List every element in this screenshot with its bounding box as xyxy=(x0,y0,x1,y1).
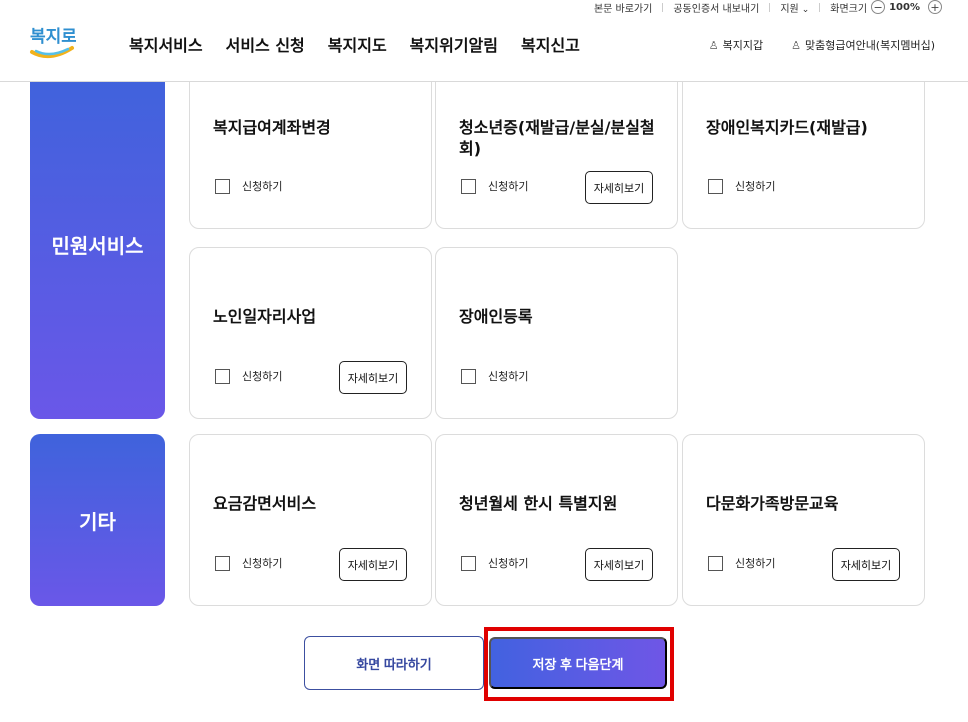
nav-welfare-report[interactable]: 복지신고 xyxy=(521,32,580,56)
cert-export-link[interactable]: 공동인증서 내보내기 xyxy=(673,0,759,15)
card-title: 장애인복지카드(재발급) xyxy=(706,118,868,137)
apply-label: 신청하기 xyxy=(242,370,283,383)
service-card: 다문화가족방문교육 신청하기 자세히보기 xyxy=(682,434,925,606)
category-civil-service: 민원서비스 xyxy=(30,70,165,419)
apply-checkbox[interactable]: 신청하기 xyxy=(461,555,528,571)
membership-link[interactable]: ♙ 맞춤형급여안내(복지멤버십) xyxy=(791,37,935,53)
zoom-label: 화면크기 xyxy=(830,3,868,15)
person-plus-icon: ♙ xyxy=(791,39,801,52)
detail-button[interactable]: 자세히보기 xyxy=(585,171,653,204)
service-card: 장애인복지카드(재발급) 신청하기 xyxy=(682,57,925,229)
service-card: 요금감면서비스 신청하기 자세히보기 xyxy=(189,434,432,606)
card-title: 장애인등록 xyxy=(459,307,533,326)
apply-checkbox[interactable]: 신청하기 xyxy=(461,178,528,194)
nav-service-apply[interactable]: 서비스 신청 xyxy=(226,32,305,56)
card-title: 노인일자리사업 xyxy=(213,307,317,326)
checkbox-icon[interactable] xyxy=(708,178,723,194)
apply-label: 신청하기 xyxy=(488,557,529,570)
card-title: 청년월세 한시 특별지원 xyxy=(459,494,618,513)
wallet-label: 복지지갑 xyxy=(722,39,764,52)
card-title: 청소년증(재발급/분실/분실철회) xyxy=(459,118,655,158)
nav-crisis-alert[interactable]: 복지위기알림 xyxy=(410,32,498,56)
header-right-links: ♙ 복지지갑 ♙ 맞춤형급여안내(복지멤버십) xyxy=(709,37,935,53)
apply-label: 신청하기 xyxy=(242,557,283,570)
apply-checkbox[interactable]: 신청하기 xyxy=(215,178,282,194)
card-title: 복지급여계좌변경 xyxy=(213,118,331,137)
bokjiro-logo[interactable]: 복지로 xyxy=(28,22,77,62)
detail-button[interactable]: 자세히보기 xyxy=(832,548,900,581)
apply-label: 신청하기 xyxy=(488,370,529,383)
detail-button[interactable]: 자세히보기 xyxy=(339,548,407,581)
card-title: 요금감면서비스 xyxy=(213,494,317,513)
apply-label: 신청하기 xyxy=(735,180,776,193)
checkbox-icon[interactable] xyxy=(461,555,476,571)
checkbox-icon[interactable] xyxy=(215,178,230,194)
checkbox-icon[interactable] xyxy=(708,555,723,571)
card-title: 다문화가족방문교육 xyxy=(706,494,839,513)
divider xyxy=(662,2,664,12)
category-etc: 기타 xyxy=(30,434,165,606)
support-label: 지원 xyxy=(780,3,799,15)
checkbox-icon[interactable] xyxy=(461,368,476,384)
zoom-in-button[interactable]: + xyxy=(928,0,942,14)
site-header: 본문 바로가기 공동인증서 내보내기 지원 ⌄ 화면크기 − 100% + 복지로… xyxy=(0,0,968,82)
apply-label: 신청하기 xyxy=(242,180,283,193)
checkbox-icon[interactable] xyxy=(215,555,230,571)
apply-checkbox[interactable]: 신청하기 xyxy=(215,368,282,384)
utility-bar: 본문 바로가기 공동인증서 내보내기 지원 ⌄ 화면크기 − 100% + xyxy=(594,0,942,15)
service-card: 노인일자리사업 신청하기 자세히보기 xyxy=(189,247,432,419)
service-card: 장애인등록 신청하기 xyxy=(435,247,678,419)
nav-welfare-service[interactable]: 복지서비스 xyxy=(129,32,203,56)
save-next-step-button[interactable]: 저장 후 다음단계 xyxy=(489,637,667,689)
checkbox-icon[interactable] xyxy=(461,178,476,194)
apply-checkbox[interactable]: 신청하기 xyxy=(215,555,282,571)
nav-welfare-map[interactable]: 복지지도 xyxy=(328,32,387,56)
apply-checkbox[interactable]: 신청하기 xyxy=(461,368,528,384)
main-nav: 복지서비스 서비스 신청 복지지도 복지위기알림 복지신고 xyxy=(129,32,580,56)
divider xyxy=(769,2,771,12)
chevron-down-icon: ⌄ xyxy=(801,4,810,15)
wallet-link[interactable]: ♙ 복지지갑 xyxy=(709,37,763,53)
person-icon: ♙ xyxy=(708,39,719,52)
support-dropdown[interactable]: 지원 ⌄ xyxy=(780,0,809,15)
divider xyxy=(819,2,821,12)
detail-button[interactable]: 자세히보기 xyxy=(339,361,407,394)
membership-label: 맞춤형급여안내(복지멤버십) xyxy=(804,39,935,52)
apply-label: 신청하기 xyxy=(735,557,776,570)
apply-checkbox[interactable]: 신청하기 xyxy=(708,178,775,194)
screen-guide-button[interactable]: 화면 따라하기 xyxy=(304,636,484,690)
zoom-out-button[interactable]: − xyxy=(871,0,886,14)
apply-checkbox[interactable]: 신청하기 xyxy=(708,555,775,571)
skip-to-content-link[interactable]: 본문 바로가기 xyxy=(594,0,652,15)
service-card: 청소년증(재발급/분실/분실철회) 신청하기 자세히보기 xyxy=(435,57,678,229)
logo-icon: 복지로 xyxy=(30,27,77,59)
checkbox-icon[interactable] xyxy=(215,368,230,384)
service-card: 청년월세 한시 특별지원 신청하기 자세히보기 xyxy=(435,434,678,606)
svg-text:복지로: 복지로 xyxy=(30,27,76,47)
service-card: 복지급여계좌변경 신청하기 xyxy=(189,57,432,229)
apply-label: 신청하기 xyxy=(488,180,529,193)
zoom-value: 100% xyxy=(889,1,920,13)
detail-button[interactable]: 자세히보기 xyxy=(585,548,653,581)
